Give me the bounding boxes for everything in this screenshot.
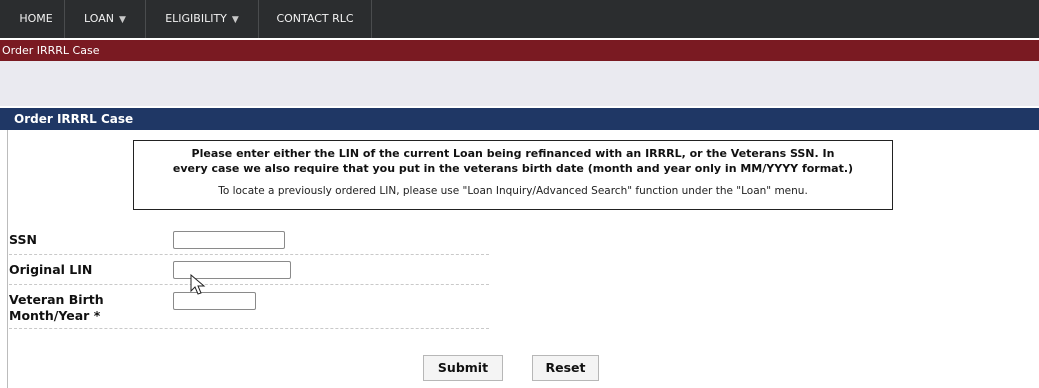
veteran-birth-label-line-2: Month/Year * [9,308,101,323]
nav-eligibility-label: ELIGIBILITY [165,12,227,25]
veteran-birth-label: Veteran Birth Month/Year * [9,292,104,324]
chevron-down-icon: ▼ [231,15,239,25]
instructions-line-2: every case we also require that you put … [172,162,854,175]
nav-home-label: HOME [19,12,53,25]
nav-loan[interactable]: LOAN ▼ [65,0,146,38]
section-title: Order IRRRL Case [14,112,134,126]
nav-eligibility[interactable]: ELIGIBILITY ▼ [146,0,259,38]
instructions-note: To locate a previously ordered LIN, plea… [218,185,808,197]
submit-button[interactable]: Submit [423,355,503,381]
nav-contact-rlc-label: CONTACT RLC [276,12,354,25]
ssn-label: SSN [9,232,37,247]
breadcrumb: Order IRRRL Case [2,44,100,57]
ssn-input[interactable] [173,231,285,249]
header-band [0,61,1039,106]
original-lin-label: Original LIN [9,262,93,277]
top-navbar: HOME LOAN ▼ ELIGIBILITY ▼ CONTACT RLC [0,0,1039,38]
instructions-line-1: Please enter either the LIN of the curre… [191,147,835,160]
mouse-pointer-icon [190,274,206,295]
veteran-birth-input[interactable] [173,292,256,310]
chevron-down-icon: ▼ [119,15,126,25]
instructions-box: Please enter either the LIN of the curre… [133,140,893,210]
instructions-text: Please enter either the LIN of the curre… [134,146,892,176]
section-header: Order IRRRL Case [0,108,1039,130]
breadcrumb-bar: Order IRRRL Case [0,40,1039,61]
reset-button[interactable]: Reset [532,355,599,381]
nav-loan-label: LOAN [84,12,115,25]
nav-home[interactable]: HOME [8,0,65,38]
veteran-birth-label-line-1: Veteran Birth [9,292,104,307]
nav-contact-rlc[interactable]: CONTACT RLC [259,0,372,38]
content-border [7,130,8,388]
